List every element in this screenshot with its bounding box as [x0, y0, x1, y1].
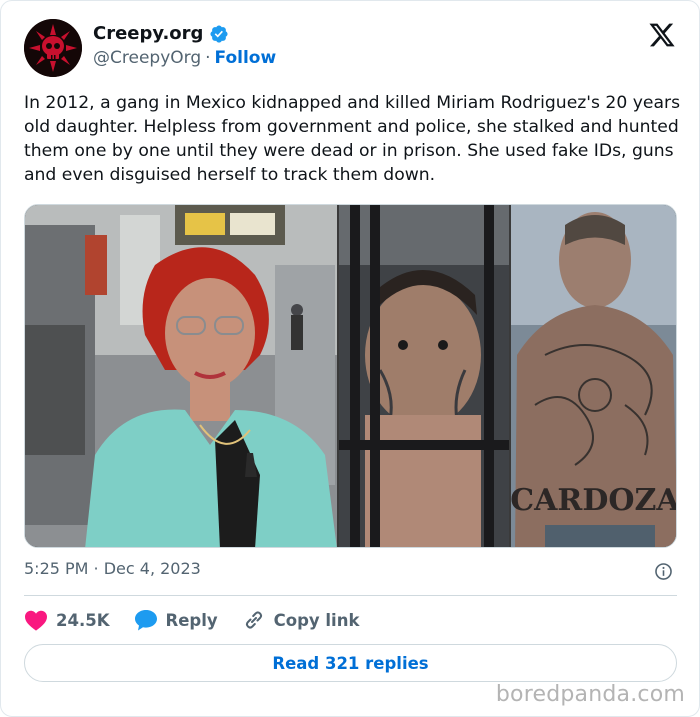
boredpanda-watermark: boredpanda.com [495, 682, 685, 707]
media-tattoo-text: CARDOZA [510, 483, 677, 518]
tweet-timestamp[interactable]: 5:25 PM · Dec 4, 2023 [24, 559, 201, 578]
link-icon [245, 611, 262, 629]
media-photo-collage: CARDOZA [25, 205, 677, 547]
follow-button[interactable]: Follow [215, 48, 277, 68]
like-button[interactable]: 24.5K [24, 609, 110, 631]
copy-link-button[interactable]: Copy link [242, 608, 360, 632]
copy-link-label: Copy link [273, 610, 360, 630]
tweet-card: Creepy.org @CreepyOrg · Follow In 2012, … [0, 0, 700, 717]
verified-badge-icon [210, 24, 228, 43]
author-avatar[interactable] [24, 19, 82, 77]
author-display-name[interactable]: Creepy.org [93, 23, 203, 44]
info-icon[interactable] [654, 562, 673, 581]
tweet-actions: 24.5K Reply Copy link [24, 607, 383, 633]
tweet-media-image[interactable]: CARDOZA [24, 204, 677, 548]
reply-bubble-icon [134, 610, 157, 631]
divider [24, 595, 677, 596]
like-count: 24.5K [56, 610, 110, 630]
handle-separator: · [205, 48, 211, 68]
tweet-text: In 2012, a gang in Mexico kidnapped and … [24, 93, 681, 185]
reply-label: Reply [165, 610, 218, 630]
reply-button[interactable]: Reply [134, 609, 218, 631]
read-replies-button[interactable]: Read 321 replies [24, 644, 677, 682]
author-handle[interactable]: @CreepyOrg [93, 48, 201, 68]
author-handle-row: @CreepyOrg · Follow [93, 48, 276, 68]
x-logo-icon[interactable] [647, 21, 677, 49]
skull-logo-icon [24, 19, 82, 77]
heart-icon [25, 610, 47, 631]
author-name-row: Creepy.org [93, 23, 229, 44]
